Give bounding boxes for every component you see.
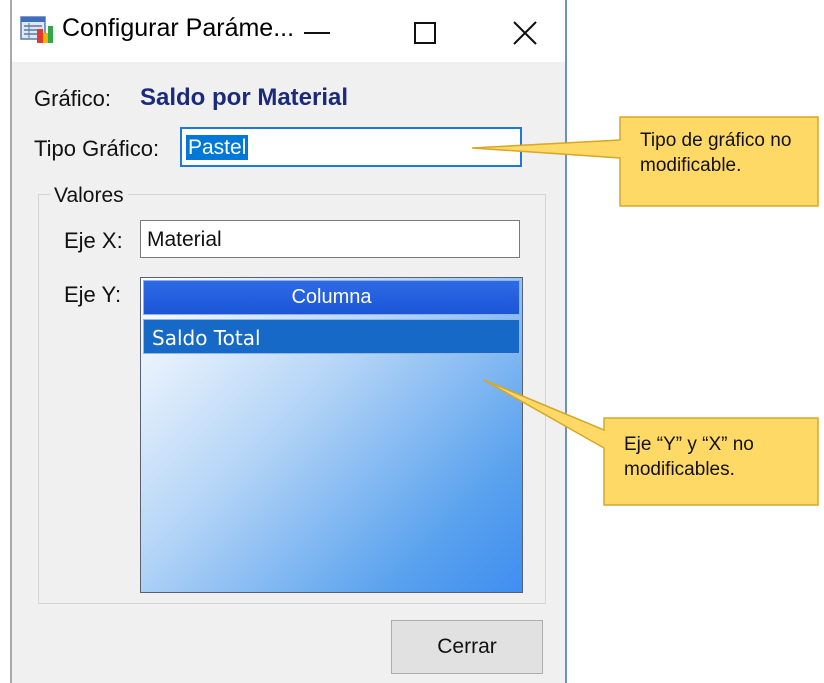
callout-2-line-2: modificables.: [624, 459, 735, 480]
callout-1-line-1: Tipo de gráfico no: [640, 130, 792, 151]
callout-layer: [471, 116, 819, 506]
callout-2-text: Eje “Y” y “X” no modificables.: [624, 432, 814, 482]
callout-1-text: Tipo de gráfico no modificable.: [640, 128, 816, 178]
callout-1-line-2: modificable.: [640, 155, 742, 176]
callout-2-line-1: Eje “Y” y “X” no: [624, 434, 754, 455]
